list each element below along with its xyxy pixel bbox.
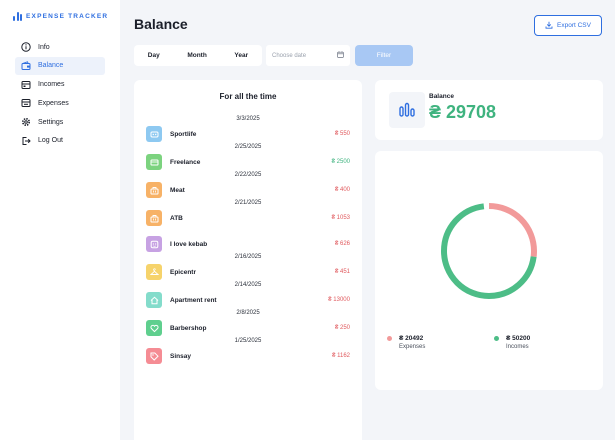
balance-card: Balance ₴ 29708 [375, 80, 603, 140]
tab-month[interactable]: Month [187, 52, 207, 59]
transaction-row[interactable]: Apartment rent ₴ 13000 [146, 291, 350, 309]
gear-icon [21, 117, 31, 127]
sidebar-nav: Info Balance Incomes Expenses Settings L… [15, 38, 105, 151]
transaction-name: Sportlife [170, 130, 197, 138]
heart-icon [146, 320, 162, 336]
transactions-card: For all the time 3/3/2025 Sportlife ₴ 550 2… [134, 80, 362, 440]
transaction-name: Sinsay [170, 352, 191, 360]
home-icon [146, 292, 162, 308]
legend-incomes-dot [494, 336, 499, 341]
app-logo[interactable]: EXPENSE TRACKER [13, 12, 108, 21]
transaction-date: 2/22/2025 [234, 172, 262, 178]
transaction-row[interactable]: Freelance ₴ 2500 [146, 153, 350, 171]
transaction-row[interactable]: Sinsay ₴ 1162 [146, 347, 350, 365]
legend-expenses-dot [387, 336, 392, 341]
balance-icon [389, 92, 425, 128]
transaction-row[interactable]: Barbershop ₴ 250 [146, 319, 350, 337]
legend-incomes: ₴ 50200 Incomes [494, 334, 530, 351]
hanger-icon [146, 264, 162, 280]
calendar-icon [337, 51, 344, 60]
transaction-row[interactable]: Sportlife ₴ 550 [146, 125, 350, 143]
transaction-name: Freelance [170, 158, 201, 166]
export-csv-button[interactable]: Export CSV [534, 15, 602, 36]
sidebar-item-label: Balance [38, 62, 64, 70]
expenses-icon [21, 98, 31, 108]
transaction-amount: ₴ 250 [334, 325, 350, 331]
wallet-icon [21, 61, 31, 71]
basket-icon [146, 182, 162, 198]
transaction-name: ATB [170, 214, 183, 222]
chart-bars-icon [13, 12, 22, 21]
tab-year[interactable]: Year [234, 52, 248, 59]
period-tabs: Day Month Year [134, 45, 262, 66]
legend-expenses-value: ₴ 20492 [399, 335, 424, 342]
tab-day[interactable]: Day [148, 52, 160, 59]
transaction-date: 3/3/2025 [236, 116, 260, 122]
transactions-title: For all the time [219, 92, 277, 101]
dumbbell-icon [146, 126, 162, 142]
page-title: Balance [134, 16, 188, 32]
legend-expenses-label: Expenses [399, 344, 426, 350]
transaction-amount: ₴ 400 [334, 187, 350, 193]
transaction-name: Meat [170, 186, 185, 194]
balance-chart-card: ₴ 20492 Expenses ₴ 50200 Incomes [375, 151, 603, 390]
transaction-name: Barbershop [170, 324, 207, 332]
filter-button[interactable]: Filter [355, 45, 413, 66]
transaction-amount: ₴ 13000 [328, 297, 350, 303]
sidebar-item-incomes[interactable]: Incomes [15, 76, 105, 94]
transaction-amount: ₴ 2500 [331, 159, 350, 165]
info-icon [21, 42, 31, 52]
download-icon [545, 21, 553, 31]
transaction-row[interactable]: Meat ₴ 400 [146, 181, 350, 199]
food-icon [146, 236, 162, 252]
transaction-amount: ₴ 1053 [331, 215, 350, 221]
sidebar-item-logout[interactable]: Log Out [15, 132, 105, 150]
transaction-date: 1/25/2025 [234, 338, 262, 344]
sidebar-item-label: Expenses [38, 99, 69, 107]
sidebar-item-label: Log Out [38, 137, 63, 145]
transaction-name: Epicentr [170, 268, 197, 276]
sidebar-item-label: Settings [38, 118, 64, 126]
transaction-date: 2/16/2025 [234, 254, 262, 260]
export-label: Export CSV [557, 22, 591, 29]
transaction-amount: ₴ 1162 [332, 353, 350, 359]
basket-icon [146, 210, 162, 226]
transaction-amount: ₴ 626 [334, 241, 350, 247]
sidebar-item-settings[interactable]: Settings [15, 113, 105, 131]
transaction-date: 2/14/2025 [234, 282, 262, 288]
transaction-amount: ₴ 550 [334, 131, 350, 137]
laptop-icon [146, 154, 162, 170]
incomes-icon [21, 80, 31, 90]
balance-value: ₴ 29708 [429, 102, 497, 122]
date-picker-input[interactable]: Choose date [266, 45, 350, 66]
sidebar-item-label: Info [38, 43, 50, 51]
app-title: EXPENSE TRACKER [26, 13, 109, 20]
legend-expenses: ₴ 20492 Expenses [387, 334, 425, 351]
transaction-row[interactable]: Epicentr ₴ 451 [146, 263, 350, 281]
transaction-date: 2/8/2025 [236, 310, 260, 316]
legend-incomes-label: Incomes [506, 344, 529, 350]
transaction-row[interactable]: I love kebab ₴ 626 [146, 235, 350, 253]
transaction-amount: ₴ 451 [334, 269, 350, 275]
sidebar-item-balance[interactable]: Balance [15, 56, 105, 75]
date-placeholder: Choose date [272, 52, 307, 59]
transaction-date: 2/21/2025 [234, 200, 262, 206]
transaction-name: I love kebab [170, 240, 208, 248]
transaction-date: 2/25/2025 [234, 144, 262, 150]
sidebar-item-info[interactable]: Info [15, 38, 105, 56]
balance-donut-chart [441, 203, 537, 299]
sidebar-item-label: Incomes [38, 81, 65, 89]
transaction-name: Apartment rent [170, 296, 217, 304]
tag-icon [146, 348, 162, 364]
legend-incomes-value: ₴ 50200 [506, 335, 531, 342]
transaction-row[interactable]: ATB ₴ 1053 [146, 209, 350, 227]
sidebar: EXPENSE TRACKER Info Balance Incomes Exp… [0, 0, 120, 440]
sidebar-item-expenses[interactable]: Expenses [15, 94, 105, 112]
logout-icon [21, 136, 31, 146]
balance-label: Balance [429, 93, 454, 100]
